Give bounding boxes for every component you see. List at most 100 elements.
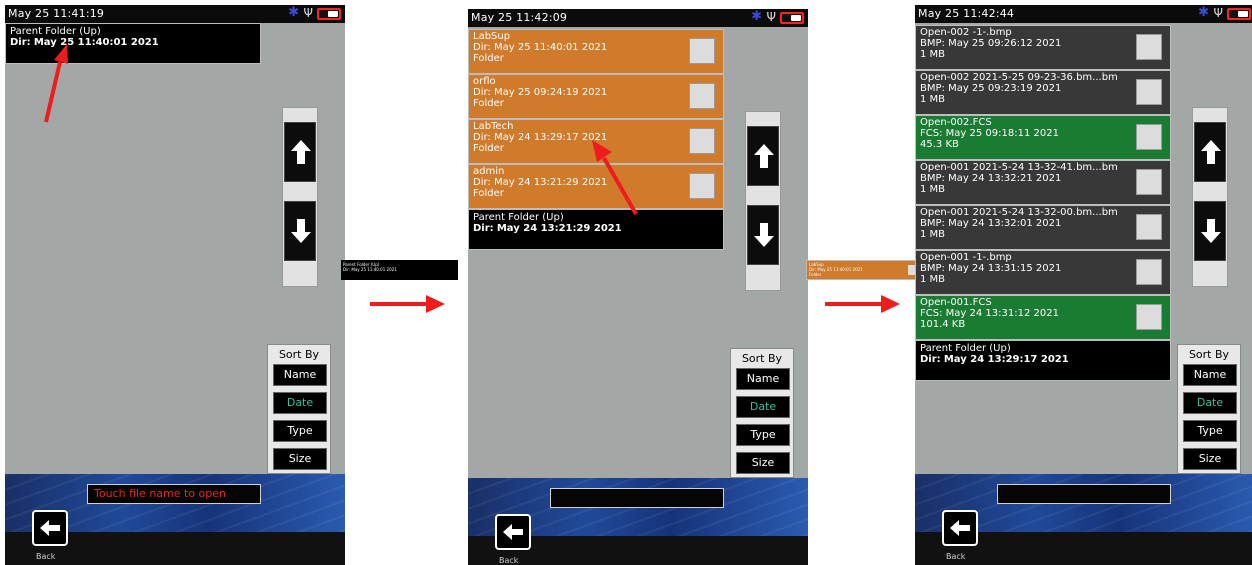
file-row[interactable]: Open-001 2021-5-24 13-32-41.bm...bm BMP:… bbox=[915, 160, 1171, 205]
row-date: May 25 09:24:19 2021 bbox=[493, 87, 608, 98]
sort-date-button[interactable]: Date bbox=[1183, 392, 1237, 414]
row-checkbox[interactable] bbox=[1136, 34, 1162, 60]
sort-date-button[interactable]: Date bbox=[273, 392, 327, 414]
row-date: May 25 11:40:01 2021 bbox=[33, 37, 159, 48]
row-extra: Folder bbox=[473, 98, 504, 109]
parent-folder-row[interactable]: Parent Folder (Up) Dir: May 24 13:21:29 … bbox=[468, 209, 724, 250]
row-date: May 24 13:29:17 2021 bbox=[943, 354, 1069, 365]
row-type: Dir: bbox=[473, 223, 494, 234]
row-name: Parent Folder (Up) bbox=[473, 212, 564, 223]
mini-line-2: Dir: May 25 11:40:01 2021 bbox=[343, 267, 397, 272]
flow-arrow bbox=[370, 295, 445, 313]
down-arrow-icon bbox=[291, 219, 311, 243]
sort-type-button[interactable]: Type bbox=[273, 420, 327, 442]
back-button[interactable] bbox=[942, 510, 978, 546]
usb-icon: Ψ bbox=[303, 6, 313, 20]
sort-size-button[interactable]: Size bbox=[736, 452, 790, 474]
row-checkbox[interactable] bbox=[1136, 304, 1162, 330]
device-screen-3: May 25 11:42:44 ✱ Ψ Open-002 -1-.bmp BMP… bbox=[915, 5, 1252, 565]
row-checkbox[interactable] bbox=[1136, 124, 1162, 150]
row-meta: BMP: May 24 13:32:21 2021 bbox=[920, 173, 1166, 184]
back-button[interactable] bbox=[495, 514, 531, 550]
sort-type-button[interactable]: Type bbox=[1183, 420, 1237, 442]
row-checkbox[interactable] bbox=[689, 83, 715, 109]
back-arrow-icon bbox=[950, 520, 970, 536]
back-label: Back bbox=[499, 556, 519, 565]
row-name: Open-002 -1-.bmp bbox=[920, 27, 1012, 38]
row-checkbox[interactable] bbox=[1136, 79, 1162, 105]
file-row[interactable]: Open-002 -1-.bmp BMP: May 25 09:26:12 20… bbox=[915, 25, 1171, 70]
parent-folder-row[interactable]: Parent Folder (Up) Dir: May 24 13:29:17 … bbox=[915, 340, 1171, 381]
folder-row[interactable]: LabSup Dir: May 25 11:40:01 2021 Folder bbox=[468, 29, 724, 74]
status-time: May 25 11:42:44 bbox=[918, 7, 1015, 20]
row-type: BMP: bbox=[920, 83, 945, 94]
row-checkbox[interactable] bbox=[689, 173, 715, 199]
parent-folder-row[interactable]: Parent Folder (Up) Dir: May 25 11:40:01 … bbox=[5, 23, 261, 64]
sort-type-button[interactable]: Type bbox=[736, 424, 790, 446]
back-arrow-icon bbox=[40, 520, 60, 536]
row-meta: Dir: May 25 09:24:19 2021 bbox=[473, 87, 719, 98]
folder-row[interactable]: LabTech Dir: May 24 13:29:17 2021 Folder bbox=[468, 119, 724, 164]
row-date: May 24 13:31:12 2021 bbox=[945, 308, 1059, 319]
sort-size-button[interactable]: Size bbox=[273, 448, 327, 470]
up-arrow-icon bbox=[291, 140, 311, 164]
file-row[interactable]: Open-002.FCS FCS: May 25 09:18:11 2021 4… bbox=[915, 115, 1171, 160]
scroll-up-button[interactable] bbox=[747, 126, 779, 186]
folder-row[interactable]: admin Dir: May 24 13:21:29 2021 Folder bbox=[468, 164, 724, 209]
down-arrow-icon bbox=[1201, 219, 1221, 243]
row-size: 1 MB bbox=[920, 184, 946, 195]
up-arrow-icon bbox=[754, 144, 774, 168]
status-bar: May 25 11:41:19 ✱ Ψ bbox=[5, 5, 345, 23]
sort-date-button[interactable]: Date bbox=[736, 396, 790, 418]
usb-icon: Ψ bbox=[766, 10, 776, 24]
scroll-up-button[interactable] bbox=[284, 122, 316, 182]
scroll-down-button[interactable] bbox=[284, 201, 316, 261]
row-type: FCS: bbox=[920, 128, 943, 139]
mini-line-1: Parent Folder (Up) bbox=[343, 262, 380, 267]
scroll-down-button[interactable] bbox=[747, 205, 779, 265]
row-name: Open-001 2021-5-24 13-32-41.bm...bm bbox=[920, 162, 1118, 173]
scroll-control bbox=[745, 111, 781, 291]
row-name: Open-002.FCS bbox=[920, 117, 992, 128]
row-meta: Dir: May 24 13:21:29 2021 bbox=[473, 223, 719, 234]
scroll-down-button[interactable] bbox=[1194, 201, 1226, 261]
status-time: May 25 11:42:09 bbox=[471, 11, 568, 24]
row-type: BMP: bbox=[920, 38, 945, 49]
file-row[interactable]: Open-002 2021-5-25 09-23-36.bm...bm BMP:… bbox=[915, 70, 1171, 115]
row-date: May 25 09:23:19 2021 bbox=[948, 83, 1062, 94]
sort-name-button[interactable]: Name bbox=[1183, 364, 1237, 386]
message-box bbox=[997, 484, 1171, 504]
row-checkbox[interactable] bbox=[1136, 169, 1162, 195]
scroll-up-button[interactable] bbox=[1194, 122, 1226, 182]
row-size: 1 MB bbox=[920, 274, 946, 285]
row-name: Open-001 2021-5-24 13-32-00.bm...bm bbox=[920, 207, 1118, 218]
row-size: 1 MB bbox=[920, 229, 946, 240]
row-checkbox[interactable] bbox=[689, 38, 715, 64]
back-button[interactable] bbox=[32, 510, 68, 546]
sort-name-button[interactable]: Name bbox=[736, 368, 790, 390]
sort-panel: Sort By Name Date Type Size bbox=[1177, 344, 1241, 474]
row-date: May 24 13:32:01 2021 bbox=[948, 218, 1062, 229]
bluetooth-icon: ✱ bbox=[1198, 5, 1209, 20]
file-list: LabSup Dir: May 25 11:40:01 2021 Folder … bbox=[468, 29, 724, 250]
file-list: Open-002 -1-.bmp BMP: May 25 09:26:12 20… bbox=[915, 25, 1171, 381]
row-type: FCS: bbox=[920, 308, 943, 319]
sort-size-button[interactable]: Size bbox=[1183, 448, 1237, 470]
row-type: Dir: bbox=[473, 87, 491, 98]
folder-row[interactable]: orflo Dir: May 25 09:24:19 2021 Folder bbox=[468, 74, 724, 119]
file-row[interactable]: Open-001.FCS FCS: May 24 13:31:12 2021 1… bbox=[915, 295, 1171, 340]
row-meta: Dir: May 25 11:40:01 2021 bbox=[10, 37, 256, 48]
row-extra: Folder bbox=[473, 53, 504, 64]
row-date: May 24 13:32:21 2021 bbox=[948, 173, 1062, 184]
file-row[interactable]: Open-001 2021-5-24 13-32-00.bm...bm BMP:… bbox=[915, 205, 1171, 250]
row-checkbox[interactable] bbox=[1136, 214, 1162, 240]
row-type: Dir: bbox=[473, 42, 491, 53]
mini-folder-thumbnail: LabSup Dir: May 25 11:40:01 2021 Folder bbox=[806, 260, 923, 280]
file-row[interactable]: Open-001 -1-.bmp BMP: May 24 13:31:15 20… bbox=[915, 250, 1171, 295]
row-checkbox[interactable] bbox=[1136, 259, 1162, 285]
row-size: 45.3 KB bbox=[920, 139, 959, 150]
sort-name-button[interactable]: Name bbox=[273, 364, 327, 386]
row-date: May 25 09:18:11 2021 bbox=[945, 128, 1059, 139]
row-checkbox[interactable] bbox=[689, 128, 715, 154]
battery-icon bbox=[317, 8, 341, 20]
